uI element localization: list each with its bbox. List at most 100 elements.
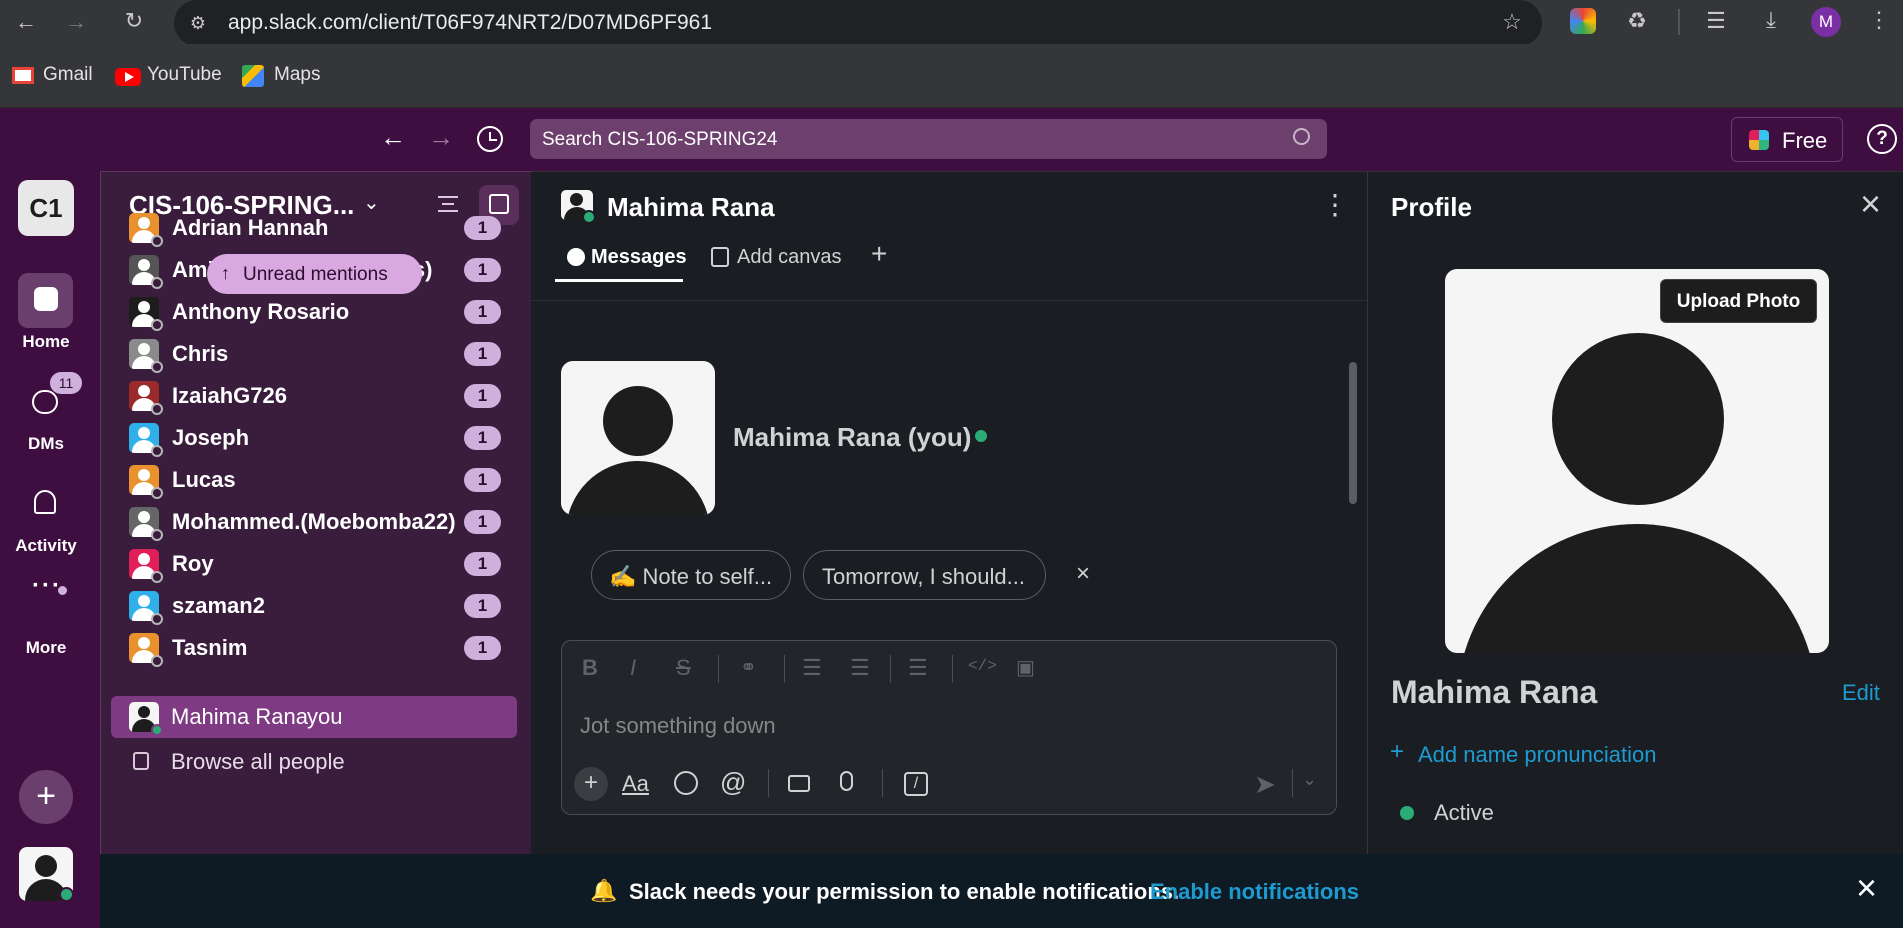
bell-icon[interactable] — [34, 490, 56, 514]
link-icon[interactable]: ⚭ — [740, 655, 757, 680]
bookmark-youtube[interactable]: YouTube — [147, 64, 222, 86]
reload-icon[interactable]: ↻ — [120, 10, 148, 32]
browse-people-item[interactable]: Browse all people — [111, 740, 517, 782]
sidebar-item-label: Tasnim — [172, 635, 248, 660]
canvas-icon — [711, 247, 729, 267]
help-icon[interactable]: ? — [1867, 124, 1897, 154]
extension-icon[interactable] — [1570, 8, 1596, 34]
composer-input[interactable]: Jot something down — [580, 713, 776, 739]
more-icon[interactable]: ··· — [32, 572, 62, 600]
video-icon[interactable] — [788, 775, 810, 792]
bookmark-maps[interactable]: Maps — [274, 64, 320, 86]
sidebar-item-dm[interactable]: Anthony Rosario 1 — [129, 291, 533, 333]
ordered-list-icon[interactable]: ☰ — [802, 655, 822, 681]
dms-icon[interactable] — [32, 390, 58, 414]
sidebar-item-dm[interactable]: Adrian Hannah 1 — [129, 207, 533, 249]
profile-avatar[interactable]: M — [1811, 7, 1841, 37]
dms-label[interactable]: DMs — [0, 434, 92, 454]
suggestion-label: Tomorrow, I should... — [822, 564, 1025, 589]
sidebar-item-dm[interactable]: szaman2 1 — [129, 585, 533, 627]
blockquote-icon[interactable]: ☰ — [908, 655, 928, 681]
home-label: Home — [22, 332, 70, 351]
home-icon — [34, 287, 58, 311]
add-pronunciation-link[interactable]: Add name pronunciation — [1418, 742, 1657, 768]
bell-icon: 🔔 — [590, 878, 618, 903]
close-icon[interactable]: × — [1860, 186, 1881, 222]
dms-badge: 11 — [50, 372, 82, 394]
free-plan-button[interactable]: Free — [1731, 117, 1843, 162]
workspace-switcher[interactable]: C1 — [18, 180, 74, 236]
close-suggestions-icon[interactable]: × — [1076, 560, 1090, 588]
sidebar-item-dm[interactable]: Joseph 1 — [129, 417, 533, 459]
history-clock-icon[interactable] — [477, 126, 503, 152]
forward-icon[interactable]: → — [62, 11, 90, 33]
home-button[interactable] — [18, 273, 73, 328]
tab-add-canvas[interactable]: Add canvas — [711, 242, 851, 282]
sidebar-item-label: Joseph — [172, 425, 250, 450]
more-label[interactable]: More — [0, 638, 92, 658]
site-info-icon[interactable]: ⚙ — [184, 12, 212, 34]
toolbar-divider — [784, 655, 785, 683]
sidebar-item-dm[interactable]: Mohammed.(Moebomba22) 1 — [129, 501, 533, 543]
bulleted-list-icon[interactable]: ☰ — [850, 655, 870, 681]
activity-label[interactable]: Activity — [0, 536, 92, 556]
suggestion-tomorrow[interactable]: Tomorrow, I should... — [803, 550, 1046, 600]
intro-name: Mahima Rana (you) — [733, 422, 972, 452]
menu-kebab-icon[interactable]: ⋮ — [1865, 9, 1893, 31]
unread-mentions-button[interactable]: ↑ Unread mentions — [207, 254, 422, 294]
sidebar-item-self[interactable]: Mahima Rana you — [111, 696, 517, 738]
upload-photo-button[interactable]: Upload Photo — [1660, 279, 1817, 323]
suggestion-note-to-self[interactable]: ✍️ Note to self... — [591, 550, 791, 600]
emoji-icon[interactable] — [674, 771, 698, 795]
add-workspace-button[interactable]: + — [19, 770, 73, 824]
unread-badge: 1 — [464, 216, 501, 240]
kebab-menu-icon[interactable]: ⋮ — [1321, 188, 1349, 221]
sidebar-item-dm[interactable]: Lucas 1 — [129, 459, 533, 501]
formatting-toggle[interactable]: Aa — [622, 771, 649, 797]
presence-online-dot — [59, 887, 74, 902]
attach-button[interactable]: + — [574, 767, 608, 801]
sidebar-item-dm[interactable]: Chris 1 — [129, 333, 533, 375]
sidebar-item-dm[interactable]: Roy 1 — [129, 543, 533, 585]
message-bubble-icon — [567, 248, 585, 266]
close-banner-icon[interactable]: × — [1856, 870, 1877, 906]
strikethrough-icon[interactable]: S — [676, 655, 691, 681]
sidebar-item-dm[interactable]: Tasnim 1 — [129, 627, 533, 669]
italic-icon[interactable]: I — [630, 655, 636, 681]
search-placeholder: Search CIS-106-SPRING24 — [542, 129, 778, 150]
url-text[interactable]: app.slack.com/client/T06F974NRT2/D07MD6P… — [228, 11, 712, 35]
sidebar-item-label: Anthony Rosario — [172, 299, 350, 324]
edit-profile-link[interactable]: Edit — [1842, 680, 1880, 706]
back-icon[interactable]: ← — [12, 11, 40, 33]
address-bar[interactable]: ⚙ app.slack.com/client/T06F974NRT2/D07MD… — [174, 0, 1542, 46]
tab-messages-label: Messages — [591, 246, 687, 268]
add-tab-icon[interactable]: + — [871, 238, 887, 270]
conversation-title[interactable]: Mahima Rana — [607, 192, 775, 223]
sidebar-item-dm[interactable]: IzaiahG726 1 — [129, 375, 533, 417]
enable-notifications-link[interactable]: Enable notifications — [1150, 879, 1359, 905]
tab-messages[interactable]: Messages — [555, 242, 687, 282]
profile-pane: Profile × Upload Photo Mahima Rana Edit … — [1367, 171, 1903, 854]
extensions-puzzle-icon[interactable]: ♻ — [1623, 10, 1651, 32]
scrollbar-thumb[interactable] — [1349, 362, 1357, 504]
shortcuts-icon[interactable]: / — [904, 772, 928, 796]
microphone-icon[interactable] — [840, 771, 853, 791]
media-queue-icon[interactable]: ☰ — [1702, 10, 1730, 32]
search-input[interactable]: Search CIS-106-SPRING24 — [530, 119, 1327, 159]
status-text: Active — [1434, 800, 1494, 825]
code-block-icon[interactable]: ▣ — [1016, 655, 1035, 680]
plus-icon: + — [1390, 738, 1405, 765]
bookmark-gmail[interactable]: Gmail — [43, 64, 93, 86]
code-icon[interactable]: </> — [968, 657, 997, 675]
you-label: you — [307, 704, 343, 729]
bold-icon[interactable]: B — [582, 655, 598, 681]
download-icon[interactable]: ⤓ — [1757, 9, 1785, 31]
presence-away-dot — [151, 403, 163, 415]
history-back-icon[interactable]: ← — [380, 122, 406, 153]
mention-icon[interactable]: @ — [720, 767, 746, 798]
bookmark-star-icon[interactable]: ☆ — [1498, 11, 1526, 33]
send-icon[interactable]: ➤ — [1254, 769, 1276, 800]
history-forward-icon[interactable]: → — [428, 122, 454, 153]
send-options-chevron-icon[interactable]: ⌄ — [1302, 769, 1317, 790]
search-icon[interactable] — [1293, 128, 1310, 145]
